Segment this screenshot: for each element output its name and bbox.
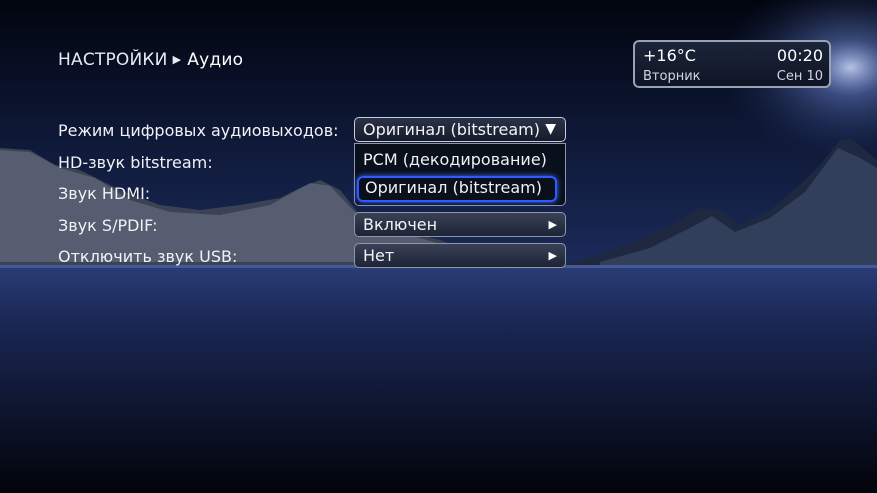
selector-value: Нет <box>363 246 395 265</box>
triangle-right-icon: ▶ <box>548 249 557 262</box>
spdif-audio-selector[interactable]: Включен ▶ <box>354 212 566 237</box>
weekday-label: Вторник <box>643 69 701 84</box>
setting-label-digital-audio-mode: Режим цифровых аудиовыходов: <box>58 121 339 140</box>
crescent-moon-icon <box>725 36 753 68</box>
setting-label-spdif-audio: Звук S/PDIF: <box>58 216 158 235</box>
breadcrumb-root[interactable]: НАСТРОЙКИ <box>58 50 168 70</box>
selector-value: Включен <box>363 215 438 234</box>
setting-label-disable-usb-audio: Отключить звук USB: <box>58 247 238 266</box>
select-value: Оригинал (bitstream) <box>363 120 540 139</box>
option-pcm[interactable]: PCM (декодирование) <box>355 148 565 174</box>
breadcrumb: НАСТРОЙКИ ▶ Аудио <box>58 50 243 70</box>
option-bitstream-selected[interactable]: Оригинал (bitstream) <box>357 176 557 202</box>
triangle-down-icon: ▼ <box>545 121 556 137</box>
dropdown-list: PCM (декодирование) Оригинал (bitstream) <box>354 143 566 206</box>
triangle-right-icon: ▶ <box>548 218 557 231</box>
play-triangle-icon: ▶ <box>172 53 182 66</box>
date-label: Сен 10 <box>776 69 823 84</box>
clock-time: 00:20 <box>776 46 823 65</box>
usb-audio-selector[interactable]: Нет ▶ <box>354 243 566 268</box>
digital-audio-mode-select[interactable]: Оригинал (bitstream) ▼ <box>354 117 566 142</box>
setting-label-hdmi-audio: Звук HDMI: <box>58 184 151 203</box>
setting-label-hd-audio-bitstream: HD-звук bitstream: <box>58 153 213 172</box>
crescent-logo-icon <box>167 20 190 47</box>
breadcrumb-current: Аудио <box>187 50 244 70</box>
temperature-readout: +16°C <box>643 46 696 65</box>
weather-clock-widget: +16°C 00:20 Вторник Сен 10 <box>633 36 831 88</box>
